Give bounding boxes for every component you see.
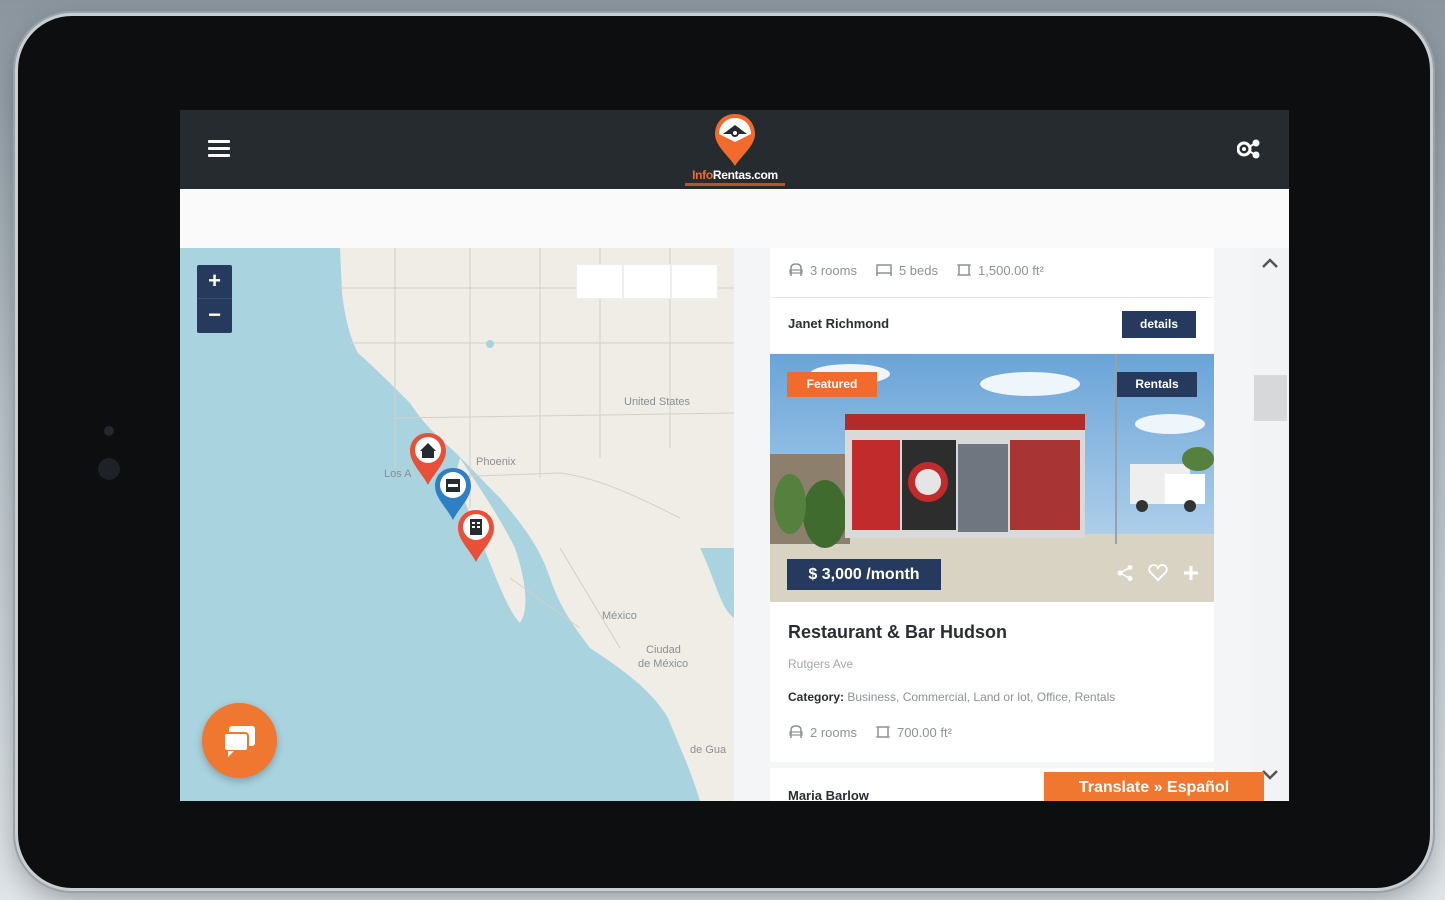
camera-dot [104, 426, 114, 436]
bed-icon [876, 264, 892, 276]
category-value: Business, Commercial, Land or lot, Offic… [847, 690, 1116, 704]
chat-bubbles-icon [223, 726, 255, 757]
chevron-up-icon[interactable] [1260, 256, 1280, 275]
building-icon [470, 519, 482, 535]
camera-lens [98, 458, 120, 480]
area-meta: 1,500.00 ft² [956, 262, 1044, 278]
listing-category: Category: Business, Commercial, Land or … [788, 690, 1115, 704]
app-screen: InfoRentas.com + − United States Phoenix… [180, 110, 1289, 801]
share-settings-icon[interactable] [1236, 138, 1261, 160]
area-icon [875, 726, 890, 738]
translate-button[interactable]: Translate » Español [1044, 772, 1264, 801]
map-label-mexico: México [602, 610, 637, 622]
category-label: Category: [788, 690, 845, 704]
rentals-badge[interactable]: Rentals [1117, 372, 1197, 397]
price-tag: $ 3,000 /month [787, 559, 941, 590]
scrollbar-thumb[interactable] [1254, 375, 1287, 421]
heart-icon[interactable] [1148, 564, 1168, 587]
zoom-out-button[interactable]: − [197, 299, 232, 333]
agent-name[interactable]: Janet Richmond [788, 316, 889, 331]
rooms-meta: 2 rooms [788, 724, 857, 740]
divider [770, 297, 1214, 298]
map-layer-buttons [576, 264, 718, 299]
rooms-meta: 3 rooms [788, 262, 857, 278]
listing-actions [1102, 564, 1200, 587]
listing-address: Rutgers Ave [788, 657, 854, 671]
zoom-in-button[interactable]: + [197, 265, 232, 299]
site-logo[interactable]: InfoRentas.com [680, 112, 790, 188]
listing-card-previous: 3 rooms 5 beds 1,500.00 ft² Janet Richmo… [770, 248, 1214, 353]
logo-tagline-bar [685, 183, 785, 186]
share-icon[interactable] [1116, 564, 1134, 587]
listing-image[interactable]: Featured Rentals $ 3,000 /month [770, 354, 1214, 602]
filter-bar [180, 189, 1289, 248]
map-layer-button-2[interactable] [623, 264, 671, 299]
map-layer-button-1[interactable] [576, 264, 624, 299]
map-pin-building[interactable] [456, 508, 496, 564]
agent-name[interactable]: Maria Barlow [788, 788, 869, 801]
details-button[interactable]: details [1122, 311, 1196, 338]
map-label-de-mexico: de México [638, 658, 689, 670]
listing-panel: 3 rooms 5 beds 1,500.00 ft² Janet Richmo… [734, 248, 1289, 801]
hamburger-icon[interactable] [208, 140, 230, 158]
featured-badge: Featured [787, 372, 877, 397]
listing-meta-row: 2 rooms 700.00 ft² [788, 724, 970, 740]
zoom-control: + − [197, 265, 232, 333]
area-meta: 700.00 ft² [875, 724, 952, 740]
top-navbar: InfoRentas.com [180, 110, 1289, 189]
rooms-icon [789, 725, 803, 738]
listing-title[interactable]: Restaurant & Bar Hudson [788, 622, 1007, 643]
plus-icon[interactable] [1182, 564, 1200, 587]
map-layer-button-3[interactable] [670, 264, 718, 299]
map-label-ciudad: Ciudad [646, 644, 681, 656]
map-label-de-gua: de Gua [690, 744, 727, 756]
map-view[interactable]: + − United States Phoenix Los A México C… [180, 248, 734, 801]
scrollbar[interactable] [1252, 248, 1289, 801]
logo-pin-icon [715, 114, 755, 166]
map-label-united-states: United States [624, 396, 691, 408]
beds-meta: 5 beds [875, 262, 938, 278]
map-label-phoenix: Phoenix [476, 456, 516, 468]
listing-card-body: Restaurant & Bar Hudson Rutgers Ave Cate… [770, 602, 1214, 762]
logo-text: InfoRentas.com [692, 168, 778, 182]
chat-button[interactable] [202, 703, 277, 778]
area-icon [957, 264, 972, 276]
rooms-icon [789, 263, 803, 276]
previous-meta-row: 3 rooms 5 beds 1,500.00 ft² [788, 262, 1062, 278]
